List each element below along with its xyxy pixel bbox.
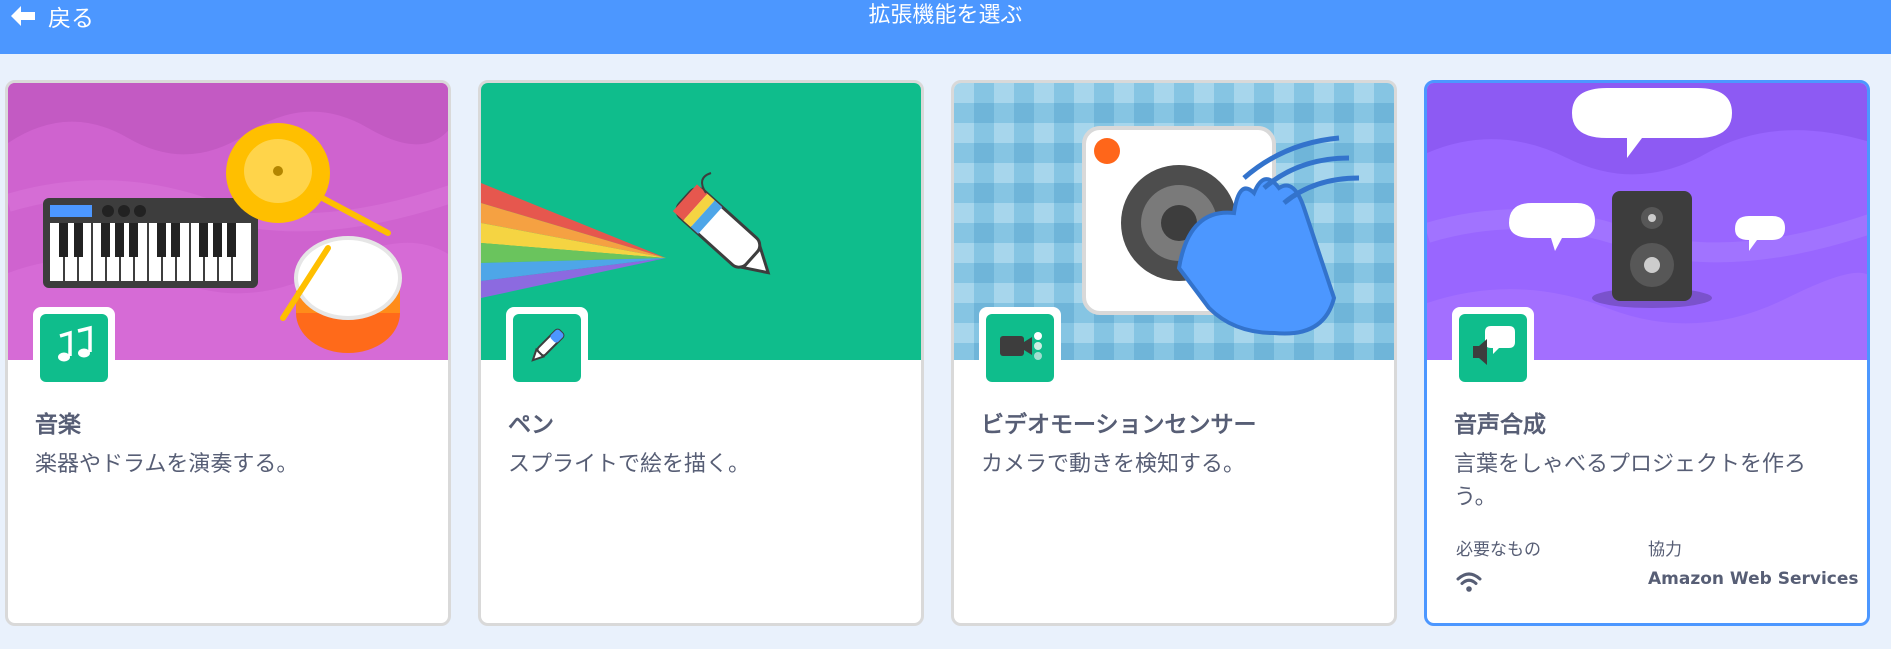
extension-description: 言葉をしゃべるプロジェクトを作ろう。 [1454,452,1807,510]
extension-icon-badge [1452,307,1534,389]
extension-card-text-to-speech[interactable]: 音声合成 言葉をしゃべるプロジェクトを作ろう。 必要なもの 協力 Amazon … [1424,80,1870,626]
video-camera-icon [996,322,1044,374]
collaborator-name: Amazon Web Services [1648,569,1859,589]
extension-description: カメラで動きを検知する。 [981,452,1246,477]
extension-icon-badge [979,307,1061,389]
extension-name: ビデオモーションセンサー [981,412,1257,438]
pen-icon [523,322,571,374]
requirements-label: 必要なもの [1456,540,1541,560]
wifi-icon [1456,571,1482,597]
extension-card-video-sensing[interactable]: ビデオモーションセンサー カメラで動きを検知する。 [951,80,1397,626]
page-title: 拡張機能を選ぶ [868,3,1023,28]
speech-bubble-icon [1469,322,1517,374]
extension-card-music[interactable]: 音楽 楽器やドラムを演奏する。 [5,80,451,626]
extension-name: 音楽 [35,412,81,438]
music-notes-icon [50,322,98,374]
extension-name: ペン [508,412,554,438]
extension-description: スプライトで絵を描く。 [508,452,751,477]
collaborator-label: 協力 [1648,540,1682,560]
header-bar: 戻る 拡張機能を選ぶ [0,0,1891,54]
extension-description: 楽器やドラムを演奏する。 [35,452,299,477]
extension-icon-badge [506,307,588,389]
extension-card-pen[interactable]: ペン スプライトで絵を描く。 [478,80,924,626]
extension-icon-badge [33,307,115,389]
extension-list: 音楽 楽器やドラムを演奏する。 ペン スプライトで絵を描く。 ビデオモーションセ… [5,80,1870,626]
extension-name: 音声合成 [1454,412,1546,438]
